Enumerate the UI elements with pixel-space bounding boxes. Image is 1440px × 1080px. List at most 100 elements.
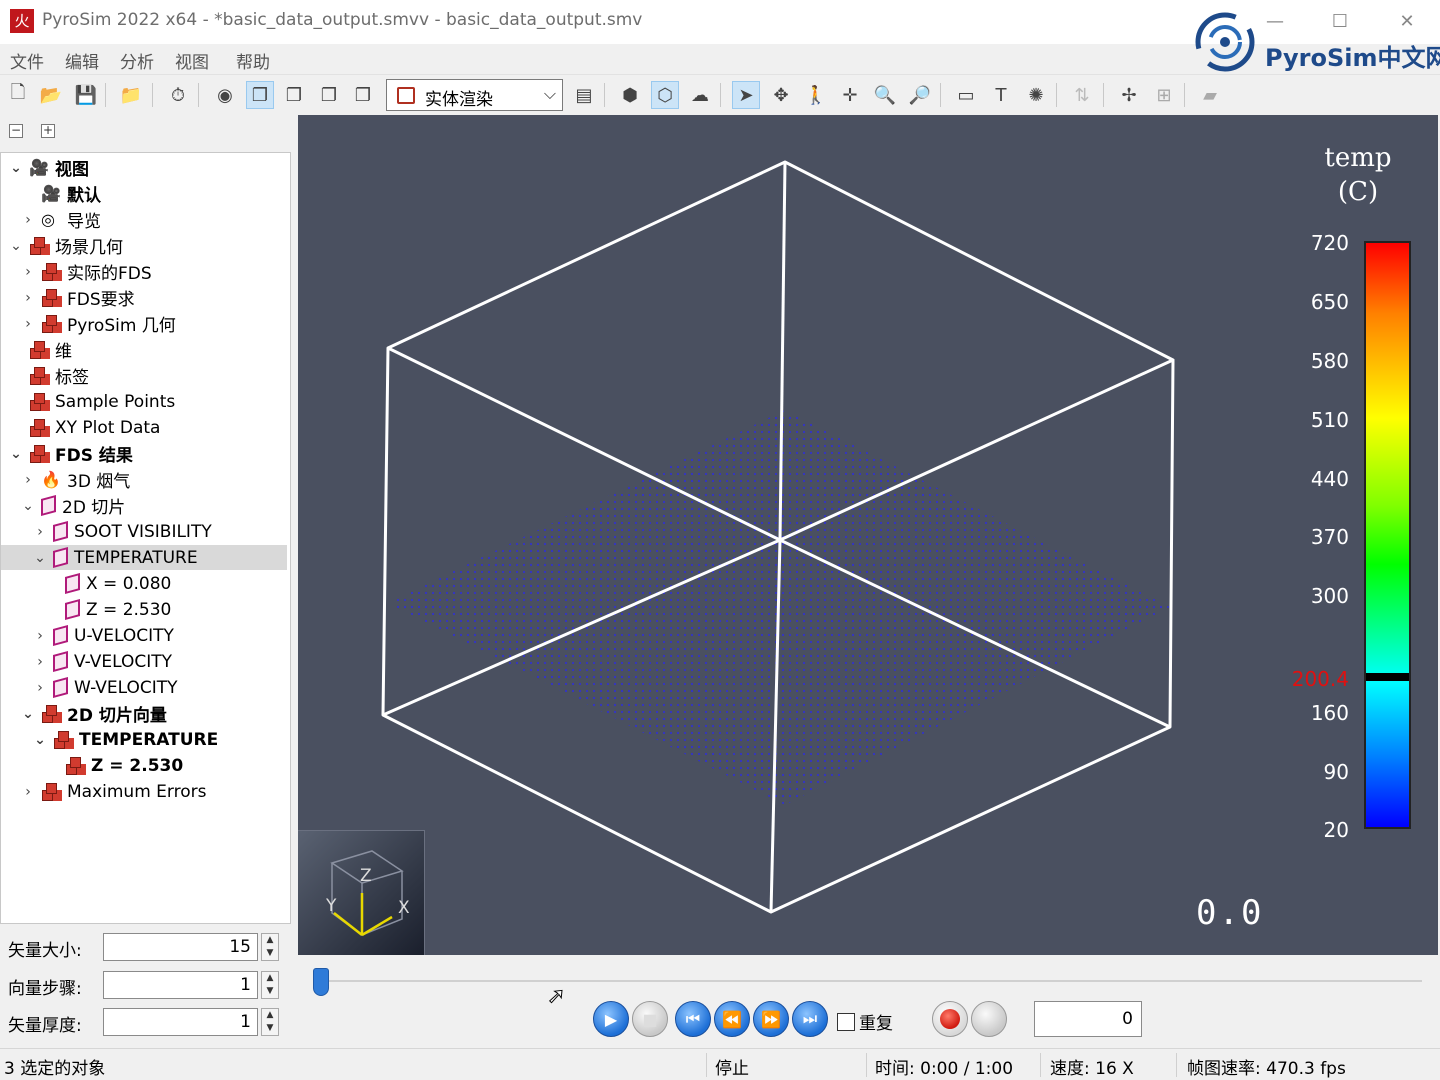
repeat-checkbox[interactable]: 重复 (837, 1009, 893, 1034)
tree-item[interactable]: › PyroSim 几何 (1, 311, 287, 336)
tree-item[interactable]: XY Plot Data (1, 415, 287, 440)
tree-item[interactable]: 标签 (1, 363, 287, 388)
gear-icon[interactable]: ✺ (1022, 81, 1050, 109)
expand-all-button[interactable]: + (41, 124, 55, 138)
chevron-right-icon[interactable]: › (21, 316, 35, 332)
camera-icon[interactable]: ▰ (1196, 81, 1224, 109)
solid-cube-icon[interactable]: ⬢ (616, 81, 644, 109)
tree-item[interactable]: 维 (1, 337, 287, 362)
view-top-icon[interactable]: ❐ (315, 81, 343, 109)
tree-item[interactable]: Z = 2.530 (1, 597, 287, 622)
origin-icon[interactable]: ✢ (1115, 81, 1143, 109)
chevron-right-icon[interactable]: › (33, 680, 47, 696)
view-front-icon[interactable]: ❐ (246, 81, 274, 109)
tree-item[interactable]: › 🔥 3D 烟气 (1, 467, 287, 493)
chevron-down-icon[interactable]: ⌄ (9, 446, 23, 462)
chevron-right-icon[interactable]: › (21, 264, 35, 280)
chevron-down-icon[interactable]: ⌄ (33, 550, 47, 566)
ruler-icon[interactable]: ▭ (952, 81, 980, 109)
repeat-checkbox-box[interactable] (837, 1012, 855, 1031)
chevron-right-icon[interactable]: › (33, 654, 47, 670)
tree-item[interactable]: ⌄ 场景几何 (1, 233, 287, 258)
skip-end-button[interactable]: ⏭ (792, 1001, 828, 1037)
tree-item[interactable]: › Maximum Errors (1, 779, 287, 804)
clock-icon[interactable]: ⏱ (164, 81, 192, 109)
view-back-icon[interactable]: ❐ (349, 81, 377, 109)
menu-edit[interactable]: 编辑 (65, 48, 99, 73)
tree-item[interactable]: › ◎ 导览 (1, 207, 287, 233)
play-button[interactable]: ▶ (593, 1001, 629, 1037)
chevron-right-icon[interactable]: › (33, 524, 47, 540)
tree-item[interactable]: ⌄ 2D 切片 (1, 493, 287, 518)
vector-step-input[interactable]: 1 (103, 971, 258, 999)
chevron-down-icon[interactable]: ⌄ (9, 238, 23, 254)
menu-analysis[interactable]: 分析 (120, 48, 154, 73)
geometry-icon (29, 366, 49, 386)
chevron-right-icon[interactable]: › (33, 628, 47, 644)
timeline-track[interactable] (316, 980, 1422, 982)
timeline-thumb[interactable] (313, 968, 329, 996)
frame-input[interactable]: 0 (1034, 1001, 1142, 1037)
menu-help[interactable]: 帮助 (236, 48, 270, 73)
chevron-down-icon[interactable]: ⌄ (9, 160, 23, 176)
tree-item[interactable]: ⌄ TEMPERATURE (1, 545, 287, 570)
walk-icon[interactable]: 🚶 (802, 81, 830, 109)
tree-item[interactable]: ⌄ TEMPERATURE (1, 727, 287, 752)
tree-item[interactable]: ⌄ 2D 切片向量 (1, 701, 287, 726)
select-arrow-icon[interactable]: ➤ (732, 81, 760, 109)
slice-icon (53, 520, 68, 543)
save-icon[interactable]: 💾 (72, 81, 100, 109)
new-file-icon[interactable]: 🗋 (4, 81, 32, 109)
vector-size-spinner[interactable]: ▲ ▼ (261, 933, 279, 961)
open-folder-icon[interactable]: 📂 (37, 81, 65, 109)
render-mode-select[interactable]: 实体渲染 ⌵ (386, 79, 563, 111)
record-button[interactable] (932, 1001, 968, 1037)
zoom-box-icon[interactable]: 🔎 (906, 81, 934, 109)
text-icon[interactable]: T (987, 81, 1015, 109)
collapse-all-button[interactable]: − (9, 124, 23, 138)
skip-start-button[interactable]: ⏮ (675, 1001, 711, 1037)
tree-item[interactable]: Z = 2.530 (1, 753, 287, 778)
vector-step-spinner[interactable]: ▲ ▼ (261, 971, 279, 999)
chevron-right-icon[interactable]: › (21, 472, 35, 488)
tree-item[interactable]: › SOOT VISIBILITY (1, 519, 287, 544)
tree-item[interactable]: › W-VELOCITY (1, 675, 287, 700)
tree-item[interactable]: Sample Points (1, 389, 287, 414)
record-stop-button[interactable] (971, 1001, 1007, 1037)
shade-icon[interactable]: ☁ (686, 81, 714, 109)
step-back-button[interactable]: ⏪ (714, 1001, 750, 1037)
palette-icon[interactable]: ▤ (570, 81, 598, 109)
menu-view[interactable]: 视图 (175, 48, 209, 73)
menu-file[interactable]: 文件 (10, 48, 44, 73)
tree-item[interactable]: ⌄ 🎥 视图 (1, 155, 287, 181)
align-icon[interactable]: ⇅ (1068, 81, 1096, 109)
globe-icon[interactable]: ◉ (211, 81, 239, 109)
vector-size-input[interactable]: 15 (103, 933, 258, 961)
pan-icon[interactable]: ✛ (836, 81, 864, 109)
tree-item[interactable]: › FDS要求 (1, 285, 287, 310)
chevron-right-icon[interactable]: › (21, 212, 35, 228)
vector-thickness-input[interactable]: 1 (103, 1008, 258, 1036)
tree-item[interactable]: › U-VELOCITY (1, 623, 287, 648)
step-forward-button[interactable]: ⏩ (753, 1001, 789, 1037)
tree-item[interactable]: 🎥 默认 (1, 181, 287, 207)
wireframe-cube-icon[interactable]: ⬡ (651, 81, 679, 109)
export-icon[interactable]: 📁 (117, 81, 145, 109)
tree-item[interactable]: ⌄ FDS 结果 (1, 441, 287, 466)
chevron-down-icon[interactable]: ⌄ (21, 706, 35, 722)
chevron-right-icon[interactable]: › (21, 784, 35, 800)
orbit-icon[interactable]: ✥ (767, 81, 795, 109)
tree-item[interactable]: › V-VELOCITY (1, 649, 287, 674)
chevron-right-icon[interactable]: › (21, 290, 35, 306)
zoom-icon[interactable]: 🔍 (871, 81, 899, 109)
chevron-down-icon[interactable]: ⌄ (33, 732, 47, 748)
tree-item[interactable]: X = 0.080 (1, 571, 287, 596)
chevron-down-icon[interactable]: ⌄ (21, 498, 35, 514)
view-side-icon[interactable]: ❐ (280, 81, 308, 109)
tree-item[interactable]: › 实际的FDS (1, 259, 287, 284)
grid-icon[interactable]: ⊞ (1150, 81, 1178, 109)
vector-thickness-spinner[interactable]: ▲ ▼ (261, 1008, 279, 1036)
3d-viewport[interactable]: Z Y X temp (C) 720 650 580 510 440 370 300 200.… (298, 115, 1438, 955)
tree-item-label: 实际的FDS (67, 264, 152, 284)
stop-button[interactable]: ■ (632, 1001, 668, 1037)
